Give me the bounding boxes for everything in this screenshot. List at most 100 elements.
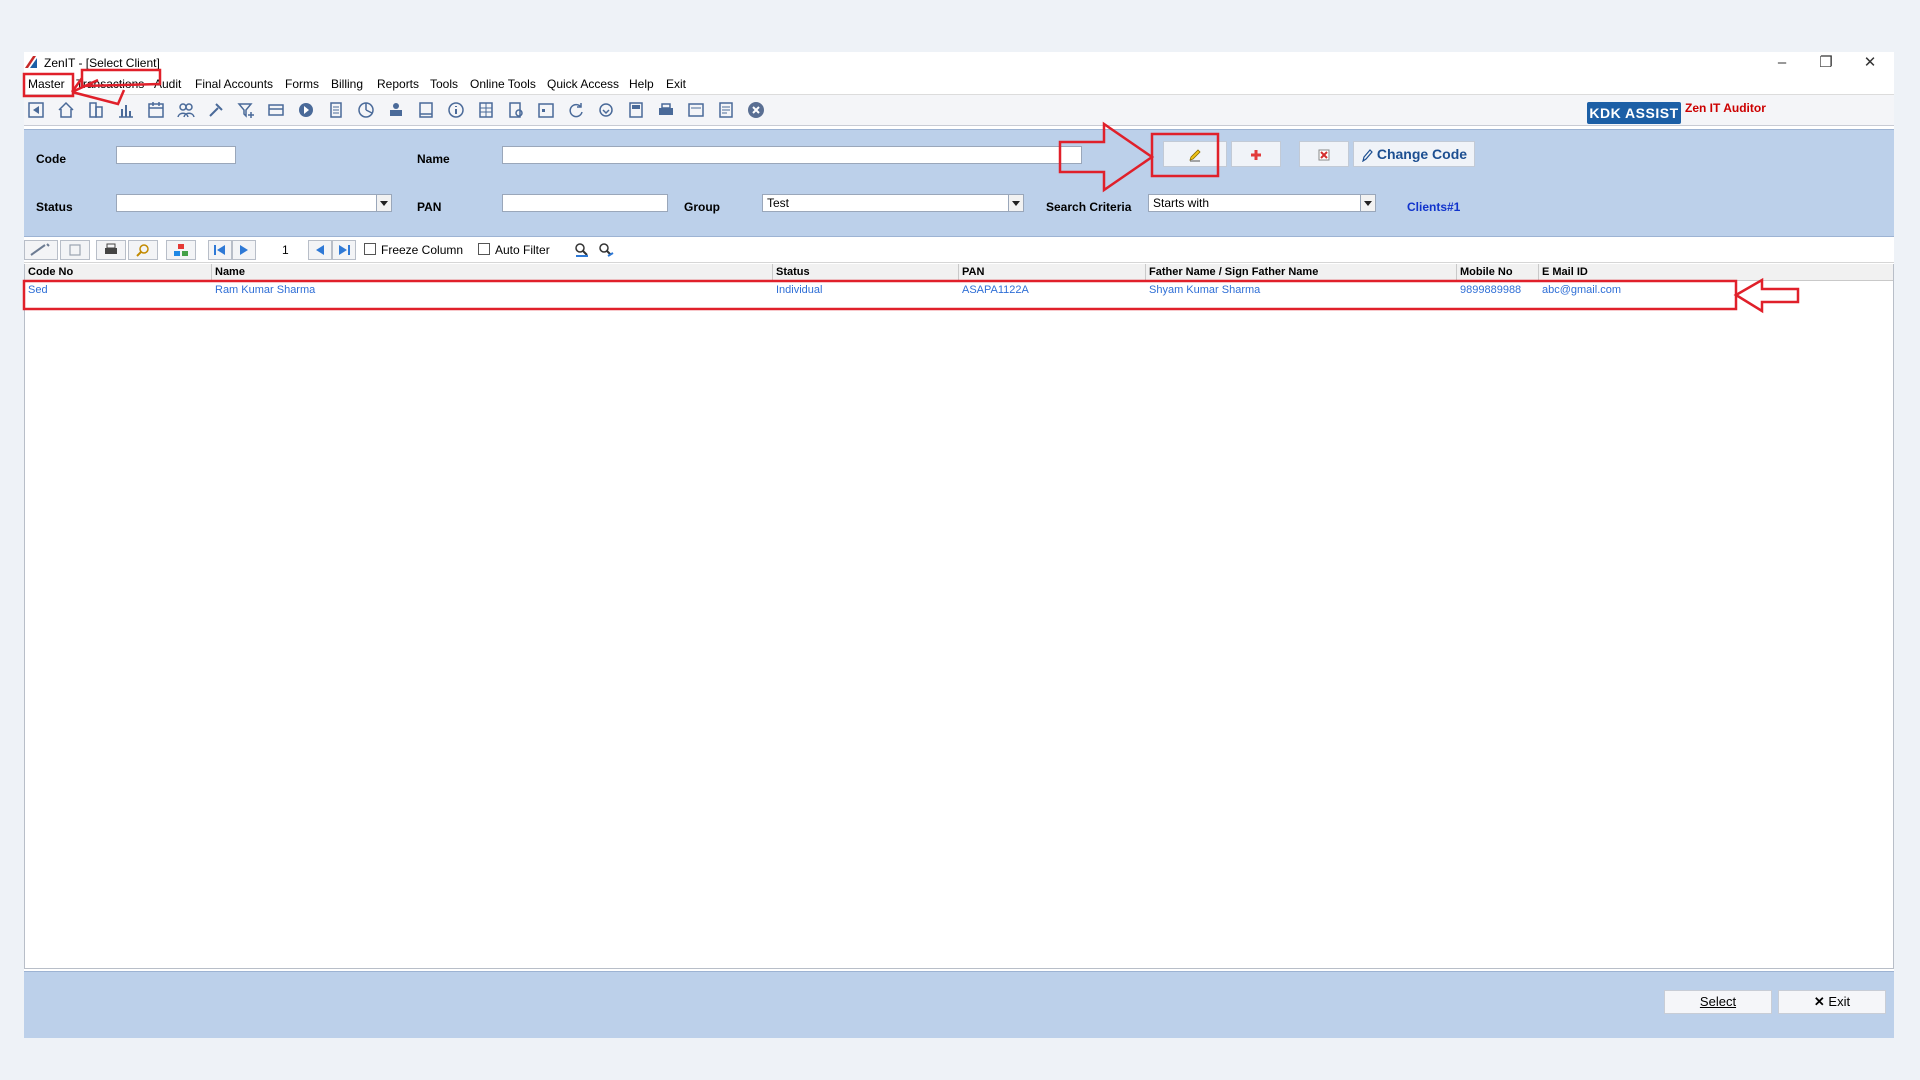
menu-tools[interactable]: Tools [430,77,458,91]
menu-billing[interactable]: Billing [331,77,363,91]
menu-final-accounts[interactable]: Final Accounts [195,77,273,91]
menu-audit[interactable]: Audit [154,77,181,91]
menu-online-tools[interactable]: Online Tools [470,77,536,91]
refresh-icon[interactable] [566,100,586,120]
last-page-icon[interactable] [332,240,356,260]
menu-reports[interactable]: Reports [377,77,419,91]
chevron-down-icon[interactable] [1008,195,1023,211]
kdk-assist-button[interactable]: KDK ASSIST [1587,102,1681,124]
status-label: Status [36,200,73,214]
book-icon[interactable] [416,100,436,120]
auto-filter-label: Auto Filter [495,243,550,257]
column-header-status[interactable]: Status [776,266,810,278]
menu-transactions[interactable]: Transactions [76,77,144,91]
change-code-label: Change Code [1376,146,1468,162]
search-criteria-select[interactable]: Starts with [1148,194,1376,212]
prev-page-icon[interactable] [308,240,332,260]
document-search-icon[interactable] [506,100,526,120]
auto-filter-checkbox[interactable] [478,243,490,255]
print-icon[interactable] [96,240,126,260]
spreadsheet-icon[interactable] [476,100,496,120]
forward-icon[interactable] [296,100,316,120]
page-number: 1 [282,243,289,257]
menu-exit[interactable]: Exit [666,77,686,91]
printer-icon[interactable] [656,100,676,120]
calculator-icon[interactable] [326,100,346,120]
column-divider [772,264,773,280]
column-divider [211,264,212,280]
column-header-mobile-no[interactable]: Mobile No [1460,266,1513,278]
bar-chart-icon[interactable] [116,100,136,120]
delete-icon [1318,149,1330,161]
cell-code-no[interactable]: Sed [28,284,48,296]
status-select[interactable] [116,194,392,212]
window-title: ZenIT - [Select Client] [44,56,160,70]
column-header-email[interactable]: E Mail ID [1542,266,1588,278]
chevron-down-icon[interactable] [1360,195,1375,211]
restore-button[interactable]: ❐ [1804,52,1848,74]
close-button[interactable]: ✕ [1848,52,1892,74]
back-icon[interactable] [26,100,46,120]
table-row[interactable]: Sed Ram Kumar Sharma Individual ASAPA112… [25,281,1893,299]
calendar-icon[interactable] [146,100,166,120]
column-header-father-name[interactable]: Father Name / Sign Father Name [1149,266,1318,278]
filter-icon[interactable] [236,100,256,120]
find-icon[interactable] [572,240,592,260]
wand-icon[interactable] [24,240,58,260]
delete-button[interactable] [1299,141,1349,167]
title-bar: ZenIT - [Select Client] – ❐ ✕ [24,52,1894,74]
cell-status[interactable]: Individual [776,284,822,296]
sync-icon[interactable] [596,100,616,120]
search-criteria-value: Starts with [1153,196,1210,210]
organization-icon[interactable] [166,240,196,260]
zen-it-auditor-label: Zen IT Auditor [1685,101,1766,115]
group-label: Group [684,200,720,214]
zoom-icon[interactable] [128,240,158,260]
next-page-icon[interactable] [232,240,256,260]
cell-father-name[interactable]: Shyam Kumar Sharma [1149,284,1260,296]
stamp-icon[interactable] [386,100,406,120]
chevron-down-icon[interactable] [376,195,391,211]
cell-name[interactable]: Ram Kumar Sharma [215,284,315,296]
first-page-icon[interactable] [208,240,232,260]
close-circle-icon[interactable] [746,100,766,120]
column-header-pan[interactable]: PAN [962,266,984,278]
pencil-icon [1189,149,1201,162]
find-next-icon[interactable] [596,240,616,260]
group-select[interactable]: Test [762,194,1024,212]
form-26-icon[interactable] [626,100,646,120]
freeze-column-checkbox[interactable] [364,243,376,255]
code-input[interactable] [116,146,236,164]
name-input[interactable] [502,146,1082,164]
exit-button[interactable]: ✕ Exit [1778,990,1886,1014]
menu-master[interactable]: Master [28,77,65,91]
menu-help[interactable]: Help [629,77,654,91]
cell-mobile-no[interactable]: 9899889988 [1460,284,1521,296]
home-icon[interactable] [56,100,76,120]
report-icon[interactable] [716,100,736,120]
users-icon[interactable] [176,100,196,120]
date-icon[interactable] [536,100,556,120]
building-icon[interactable] [86,100,106,120]
minimize-button[interactable]: – [1760,52,1804,74]
pan-label: PAN [417,200,442,214]
column-header-name[interactable]: Name [215,266,245,278]
menu-forms[interactable]: Forms [285,77,319,91]
info-icon[interactable] [446,100,466,120]
pie-chart-icon[interactable] [356,100,376,120]
pan-input[interactable] [502,194,668,212]
change-code-button[interactable]: Change Code [1353,141,1475,167]
zenit-logo-icon [24,55,38,69]
hammer-icon[interactable] [206,100,226,120]
select-button[interactable]: Select [1664,990,1772,1014]
menu-quick-access[interactable]: Quick Access [547,77,619,91]
column-header-code-no[interactable]: Code No [28,266,73,278]
tcs-icon[interactable] [686,100,706,120]
export-icon[interactable] [60,240,90,260]
exit-icon: ✕ [1813,994,1825,1009]
edit-button[interactable] [1163,141,1227,167]
cell-email[interactable]: abc@gmail.com [1542,284,1621,296]
tax-form-icon[interactable] [266,100,286,120]
add-button[interactable] [1231,141,1281,167]
cell-pan[interactable]: ASAPA1122A [962,284,1029,296]
